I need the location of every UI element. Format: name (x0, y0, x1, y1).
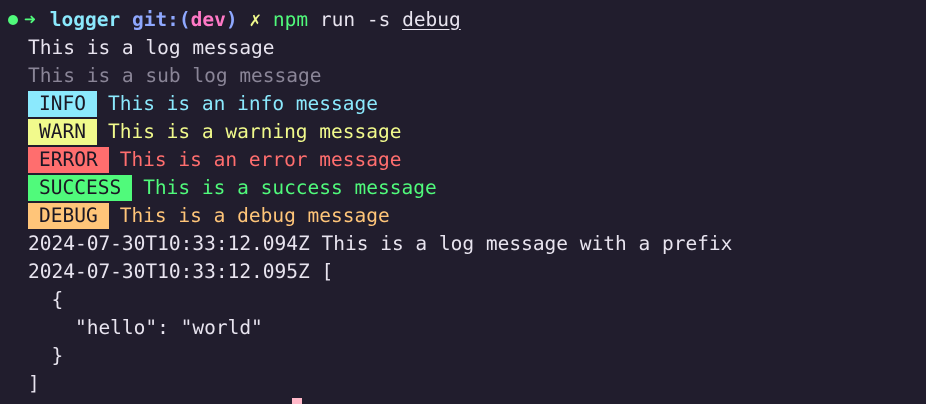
error-line: ERROR This is an error message (0, 146, 401, 174)
json-close-line: } (28, 344, 64, 367)
success-line: SUCCESS This is a success message (0, 174, 437, 202)
prompt-arrow-icon: ➜ (24, 8, 36, 31)
command-args: run -s (319, 8, 391, 31)
prompt-branch: dev (190, 8, 226, 31)
debug-message: This is a debug message (119, 204, 390, 227)
info-badge: INFO (28, 91, 97, 117)
info-message: This is an info message (107, 92, 378, 115)
terminal-window[interactable]: ➜ logger git:(dev) ✗ npm run -s debug Thi… (0, 0, 926, 404)
json-head-line: 2024-07-30T10:33:12.095Z [ (28, 260, 334, 283)
json-body-line: "hello": "world" (28, 316, 263, 339)
prefixed-log-line: 2024-07-30T10:33:12.094Z This is a log m… (28, 232, 733, 255)
success-message: This is a success message (143, 176, 437, 199)
prompt-directory: logger (49, 8, 121, 31)
warn-message: This is a warning message (107, 120, 402, 143)
prompt-line: ➜ logger git:(dev) ✗ npm run -s debug (0, 6, 461, 34)
status-dot-icon (8, 15, 18, 25)
command-name: npm (272, 8, 309, 31)
terminal-cursor (292, 398, 302, 404)
debug-line: DEBUG This is a debug message (0, 202, 390, 230)
dirty-indicator-icon: ✗ (249, 8, 262, 31)
warn-line: WARN This is a warning message (0, 118, 401, 146)
json-open-line: { (28, 288, 64, 311)
command-script: debug (402, 8, 461, 31)
log-line: This is a log message (28, 36, 275, 59)
sub-log-line: This is a sub log message (28, 64, 322, 87)
warn-badge: WARN (28, 119, 97, 145)
error-badge: ERROR (28, 147, 109, 173)
debug-badge: DEBUG (28, 203, 109, 229)
json-end-line: ] (28, 372, 40, 395)
error-message: This is an error message (119, 148, 402, 171)
prompt-git-label: git:( (131, 8, 191, 31)
success-badge: SUCCESS (28, 175, 133, 201)
info-line: INFO This is an info message (0, 90, 378, 118)
prompt-git-close: ) (225, 8, 238, 31)
